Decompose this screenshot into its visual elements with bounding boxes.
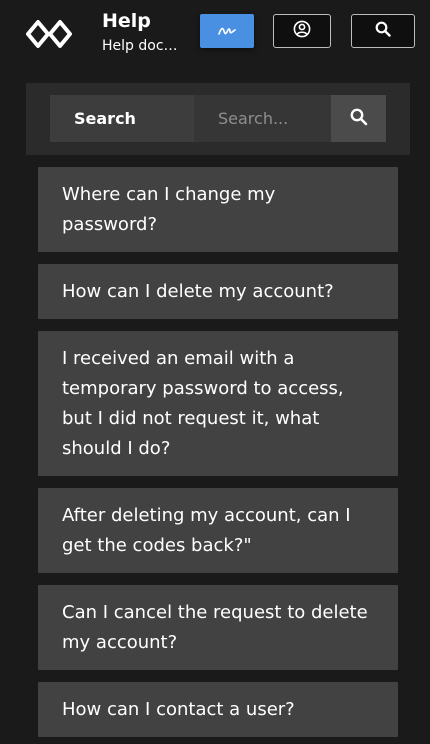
- page-title: Help: [102, 10, 151, 32]
- search-input[interactable]: [194, 95, 331, 142]
- page-subtitle: Help doc…: [102, 38, 178, 54]
- header-search-button[interactable]: [351, 14, 415, 48]
- faq-item[interactable]: After deleting my account, can I get the…: [38, 488, 398, 573]
- signature-icon: [218, 22, 236, 41]
- search-label: Search: [50, 95, 194, 142]
- signature-button[interactable]: [200, 14, 254, 48]
- header: Help Help doc…: [0, 0, 430, 70]
- user-circle-icon: [293, 20, 311, 42]
- account-button[interactable]: [273, 14, 331, 48]
- faq-item[interactable]: Where can I change my password?: [38, 167, 398, 252]
- search-icon: [375, 21, 391, 41]
- search-icon: [350, 108, 368, 130]
- faq-item[interactable]: Can I cancel the request to delete my ac…: [38, 585, 398, 670]
- faq-list: Where can I change my password? How can …: [38, 167, 398, 744]
- link-chain-icon[interactable]: [24, 18, 76, 50]
- faq-item[interactable]: How can I contact a user?: [38, 682, 398, 737]
- search-panel: Search: [26, 83, 410, 155]
- faq-item[interactable]: I received an email with a temporary pas…: [38, 331, 398, 476]
- help-screen: Help Help doc… Search Search... Where ca…: [0, 0, 430, 744]
- faq-item[interactable]: How can I delete my account?: [38, 264, 398, 319]
- search-submit-button[interactable]: [331, 95, 386, 142]
